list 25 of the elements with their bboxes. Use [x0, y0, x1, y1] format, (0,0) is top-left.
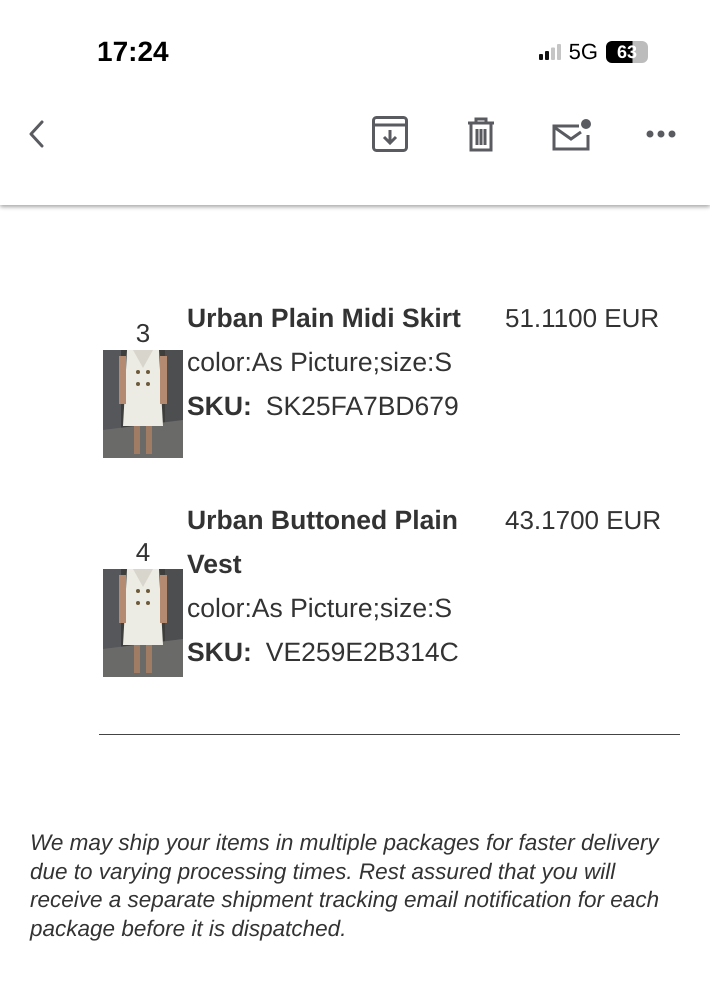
signal-icon: [538, 44, 561, 60]
variant-text: color:As Picture;size:S: [187, 592, 454, 625]
back-button[interactable]: [28, 120, 46, 148]
envelope-button[interactable]: [552, 118, 592, 150]
back-icon: [28, 120, 46, 148]
shipping-note: We may ship your items in multiple packages for faster delivery due to varying processing times. Rest assured that you will receive a separate shipment tracking email notification for each package before it is dispatched.: [30, 829, 661, 943]
envelope-icon: [552, 118, 592, 150]
more-button[interactable]: [646, 130, 676, 138]
price-text: 43.1700 EUR: [505, 504, 662, 537]
item-number: 3: [136, 317, 150, 350]
more-icon: [646, 130, 676, 138]
network-label: 5G: [568, 39, 598, 65]
trash-icon: [466, 116, 496, 152]
archive-box-icon: [372, 116, 408, 152]
status-time: 17:24: [97, 36, 169, 68]
item-number: 4: [136, 536, 150, 569]
archive-box-button[interactable]: [372, 116, 408, 152]
sku-value: SK25FA7BD679: [266, 391, 459, 421]
variant-text: color:As Picture;size:S: [187, 346, 454, 379]
sku-label: SKU:: [187, 637, 252, 667]
price-text: 51.1100 EUR: [505, 302, 660, 335]
product-name: Urban Plain Midi Skirt: [187, 302, 462, 335]
sku-value: VE259E2B314C: [266, 637, 459, 667]
trash-button[interactable]: [466, 116, 496, 152]
sku-label: SKU:: [187, 391, 252, 421]
